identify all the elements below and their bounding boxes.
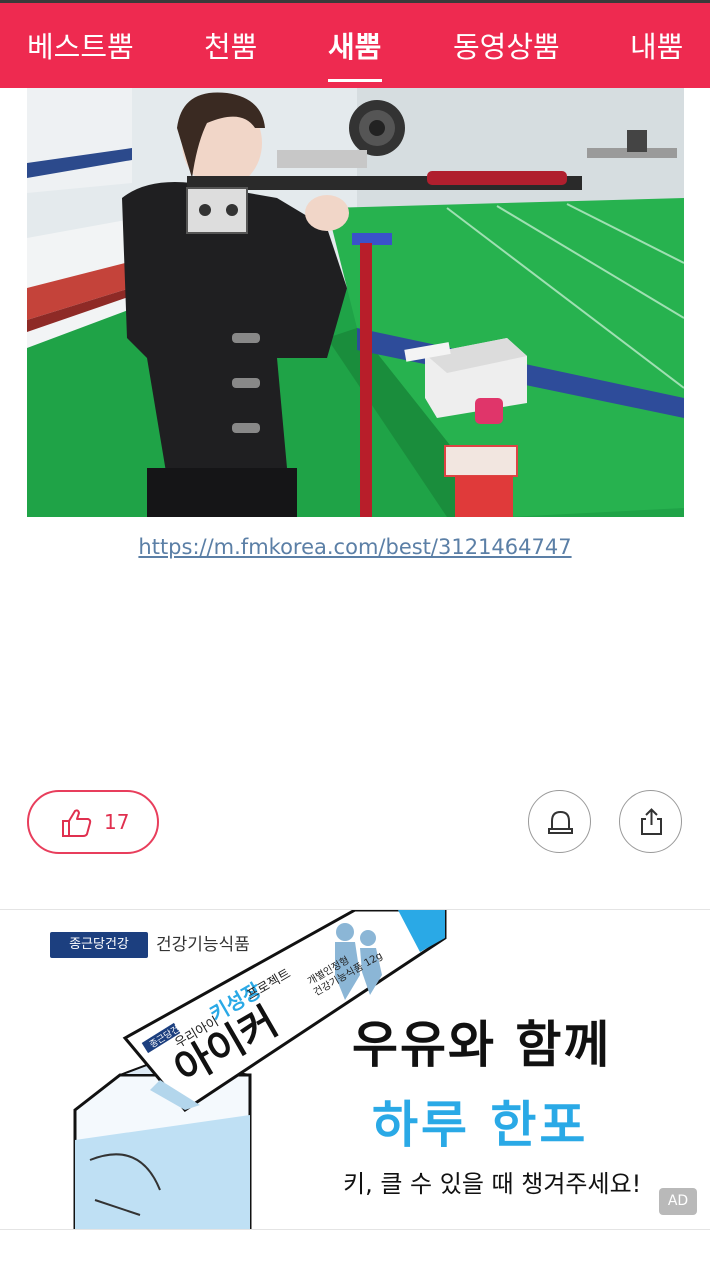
ad-headline-1: 우유와 함께 bbox=[352, 1016, 612, 1074]
post-image[interactable] bbox=[27, 88, 684, 517]
tab-video[interactable]: 동영상뿜 bbox=[453, 27, 560, 67]
top-navigation: 베스트뿜 천뿜 새뿜 동영상뿜 내뿜 bbox=[0, 0, 710, 88]
share-icon bbox=[641, 808, 662, 835]
brand-logo: 종근당건강 bbox=[50, 932, 148, 958]
tab-mine[interactable]: 내뿜 bbox=[630, 27, 683, 67]
siren-icon bbox=[548, 810, 573, 834]
alarm-button[interactable] bbox=[528, 790, 591, 853]
thumbs-up-icon bbox=[62, 809, 92, 837]
share-button[interactable] bbox=[619, 790, 682, 853]
ad-bottom-divider bbox=[0, 1229, 710, 1230]
tab-new[interactable]: 새뿜 bbox=[328, 27, 381, 67]
ad-badge: AD bbox=[659, 1188, 697, 1215]
tab-best[interactable]: 베스트뿜 bbox=[27, 27, 134, 67]
like-count: 17 bbox=[104, 810, 130, 834]
source-link[interactable]: https://m.fmkorea.com/best/3121464747 bbox=[0, 535, 710, 559]
active-tab-indicator bbox=[328, 79, 382, 82]
ad-banner[interactable]: 우리아이 키성장 프로젝트 아이커 개별인정형 건강기능식품 12g 종근당건강… bbox=[0, 910, 710, 1230]
ad-tagline: 키, 클 수 있을 때 챙겨주세요! bbox=[343, 1170, 642, 1198]
ad-headline-2: 하루 한포 bbox=[372, 1096, 589, 1154]
tab-thousand[interactable]: 천뿜 bbox=[204, 27, 257, 67]
ad-category: 건강기능식품 bbox=[156, 935, 250, 955]
shooter-photo-illustration bbox=[27, 88, 684, 517]
like-button[interactable]: 17 bbox=[27, 790, 159, 854]
